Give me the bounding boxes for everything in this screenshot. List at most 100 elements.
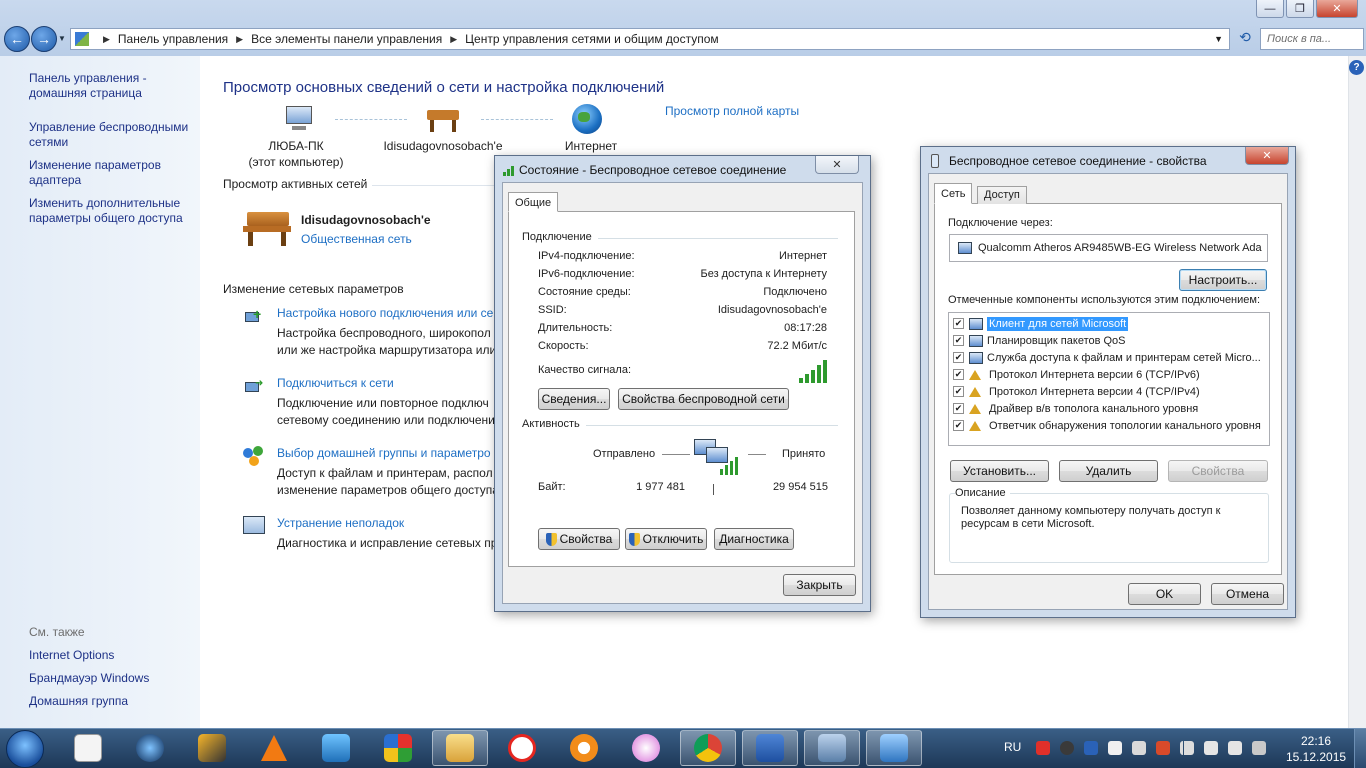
bluetooth-icon[interactable] (1084, 741, 1098, 755)
component-properties-button[interactable]: Свойства (1168, 460, 1268, 482)
left-link-manage-wireless[interactable]: Управление беспроводными сетями (29, 120, 199, 150)
show-desktop-button[interactable] (1354, 729, 1366, 768)
list-item[interactable]: ✔ Протокол Интернета версии 4 (TCP/IPv4) (953, 383, 1200, 400)
start-button[interactable] (6, 730, 44, 768)
uninstall-button[interactable]: Удалить (1059, 460, 1158, 482)
breadcrumb-network-center[interactable]: Центр управления сетями и общим доступом (465, 32, 719, 46)
media-icon (136, 734, 164, 762)
list-item[interactable]: ✔ Драйвер в/в тополога канального уровня (953, 400, 1198, 417)
component-checkbox[interactable]: ✔ (953, 403, 964, 414)
details-button[interactable]: Сведения... (538, 388, 610, 410)
component-checkbox[interactable]: ✔ (953, 420, 964, 431)
wireless-adapter-icon (931, 154, 939, 168)
forward-button[interactable]: → (31, 26, 57, 52)
taskbar-app-media[interactable] (122, 730, 178, 766)
network-type-link[interactable]: Общественная сеть (301, 232, 412, 246)
ok-button[interactable]: OK (1128, 583, 1201, 605)
address-dropdown-icon[interactable]: ▼ (1214, 34, 1223, 44)
computer-icon (284, 104, 314, 132)
component-checkbox[interactable]: ✔ (953, 386, 964, 397)
language-indicator[interactable]: RU (1004, 740, 1021, 754)
task-homegroup-link[interactable]: Выбор домашней группы и параметро (277, 446, 491, 460)
component-checkbox[interactable]: ✔ (953, 318, 964, 329)
taskbar-app-control-panel[interactable] (866, 730, 922, 766)
diagnose-button[interactable]: Диагностика (714, 528, 794, 550)
clock[interactable]: 22:16 15.12.2015 (1286, 733, 1346, 765)
taskbar-app-winamp[interactable] (184, 730, 240, 766)
left-link-sharing-settings[interactable]: Изменить дополнительные параметры общего… (29, 196, 199, 226)
taskbar-app-music[interactable] (308, 730, 364, 766)
volume-icon[interactable] (1156, 741, 1170, 755)
left-link-adapter-settings[interactable]: Изменение параметров адаптера (29, 158, 199, 188)
component-checkbox[interactable]: ✔ (953, 352, 964, 363)
task-connect-link[interactable]: Подключиться к сети (277, 376, 394, 390)
properties-button[interactable]: Свойства (538, 528, 620, 550)
taskbar-app-video[interactable] (556, 730, 612, 766)
bytes-divider (713, 484, 714, 495)
disable-button[interactable]: Отключить (625, 528, 707, 550)
taskbar-app-abc[interactable] (60, 730, 116, 766)
antivirus-icon[interactable] (1036, 741, 1050, 755)
device-icon[interactable] (1204, 741, 1218, 755)
breadcrumb-control-panel[interactable]: Панель управления (118, 32, 228, 46)
back-button[interactable]: ← (4, 26, 30, 52)
cancel-button[interactable]: Отмена (1211, 583, 1284, 605)
row-label: IPv6-подключение: (538, 268, 635, 280)
tab-sharing[interactable]: Доступ (977, 186, 1027, 204)
configure-button[interactable]: Настроить... (1179, 269, 1267, 291)
homegroup-icon (243, 446, 265, 466)
list-item[interactable]: ✔ Клиент для сетей Microsoft (953, 315, 1129, 332)
see-also-homegroup[interactable]: Домашняя группа (29, 694, 128, 708)
properties-close-icon[interactable]: ✕ (1245, 147, 1289, 165)
tab-network[interactable]: Сеть (934, 183, 973, 204)
search-input[interactable]: Поиск в па... (1260, 28, 1364, 50)
see-also-internet-options[interactable]: Internet Options (29, 648, 114, 662)
minimize-button[interactable]: — (1256, 0, 1284, 18)
battery-icon[interactable] (1252, 741, 1266, 755)
speaker-icon[interactable] (1228, 741, 1242, 755)
active-network-name: Idisudagovnosobach'e (301, 213, 431, 227)
list-item[interactable]: ✔ Служба доступа к файлам и принтерам се… (953, 349, 1261, 366)
task-troubleshoot-link[interactable]: Устранение неполадок (277, 516, 404, 530)
help-icon[interactable]: ? (1349, 60, 1364, 75)
list-item[interactable]: ✔ Планировщик пакетов QoS (953, 332, 1126, 349)
scrollbar[interactable] (1348, 56, 1366, 728)
list-item[interactable]: ✔ Протокол Интернета версии 6 (TCP/IPv6) (953, 366, 1200, 383)
left-link-home[interactable]: Панель управления - домашняя страница (29, 71, 199, 101)
taskbar-app-word[interactable] (742, 730, 798, 766)
troubleshoot-icon (243, 516, 265, 534)
network-service-icon (969, 351, 983, 364)
task-new-connection-desc: Настройка беспроводного, широкопол (277, 326, 491, 340)
install-button[interactable]: Установить... (950, 460, 1049, 482)
maximize-button[interactable]: ❐ (1286, 0, 1314, 18)
taskbar-app-explorer[interactable] (432, 730, 488, 766)
component-checkbox[interactable]: ✔ (953, 335, 964, 346)
wireless-properties-button[interactable]: Свойства беспроводной сети (618, 388, 789, 410)
breadcrumb-all-items[interactable]: Все элементы панели управления (251, 32, 442, 46)
network-client-icon (969, 317, 983, 330)
taskbar-app-chrome[interactable] (680, 730, 736, 766)
refresh-icon[interactable]: ⟲ (1234, 29, 1256, 49)
taskbar-app-network[interactable] (804, 730, 860, 766)
see-also-firewall[interactable]: Брандмауэр Windows (29, 671, 149, 685)
view-full-map-link[interactable]: Просмотр полной карты (665, 104, 799, 118)
taskbar-app-itunes[interactable] (618, 730, 674, 766)
taskbar-app-yandex[interactable] (494, 730, 550, 766)
taskbar-app-windows[interactable] (370, 730, 426, 766)
tab-general[interactable]: Общие (508, 192, 559, 212)
steam-icon[interactable] (1060, 741, 1074, 755)
wifi-signal-icon[interactable] (1180, 741, 1194, 755)
list-item[interactable]: ✔ Ответчик обнаружения топологии канальн… (953, 417, 1261, 434)
address-bar[interactable]: ▶ Панель управления ▶ Все элементы панел… (70, 28, 1230, 50)
component-checkbox[interactable]: ✔ (953, 369, 964, 380)
new-connection-icon: + (243, 306, 263, 326)
windows-flag-icon[interactable] (1108, 741, 1122, 755)
components-list[interactable]: ✔ Клиент для сетей Microsoft ✔ Планировщ… (948, 312, 1270, 446)
action-center-icon[interactable] (1132, 741, 1146, 755)
task-new-connection-link[interactable]: Настройка нового подключения или се (277, 306, 493, 320)
recent-pages-dropdown[interactable]: ▼ (58, 34, 66, 43)
close-button[interactable]: ✕ (1316, 0, 1358, 18)
status-close-icon[interactable]: ✕ (815, 156, 859, 174)
close-button[interactable]: Закрыть (783, 574, 856, 596)
taskbar-app-vlc[interactable] (246, 730, 302, 766)
